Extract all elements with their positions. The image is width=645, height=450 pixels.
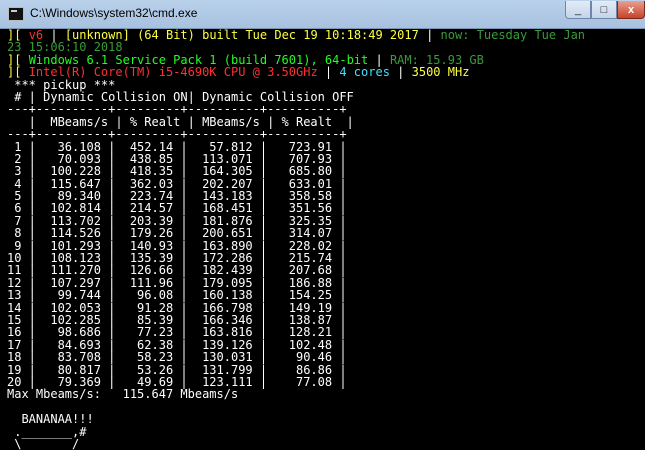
maximize-button[interactable]: □ (591, 1, 617, 19)
cmd-app-icon[interactable] (8, 7, 24, 21)
console-text: | (317, 65, 340, 80)
console-text: | (418, 29, 441, 42)
console-line: \_______/ (7, 438, 645, 450)
console-line: BANANAA!!! (7, 413, 645, 425)
window-title: C:\Windows\system32\cmd.exe (30, 6, 198, 20)
title-bar[interactable]: C:\Windows\system32\cmd.exe _ □ x (0, 0, 645, 29)
console-line: ._______,# (7, 425, 645, 438)
minimize-button[interactable]: _ (565, 1, 591, 19)
console-line (7, 401, 645, 413)
console-output[interactable]: ][ v6 | [unknown] (64 Bit) built Tue Dec… (7, 29, 645, 450)
close-button[interactable]: x (617, 1, 645, 19)
console-text: now: Tuesday Tue Jan (440, 29, 586, 42)
cmd-window: C:\Windows\system32\cmd.exe _ □ x ][ v6 … (0, 0, 645, 450)
console-text: Max Mbeams/s: 115.647 Mbeams/s (7, 387, 239, 402)
console-text: 4 cores (339, 65, 390, 80)
console-text: 3500 MHz (411, 65, 470, 80)
console-text: | (389, 65, 412, 80)
console-text: \_______/ (7, 436, 80, 450)
console-line: Max Mbeams/s: 115.647 Mbeams/s (7, 388, 645, 400)
